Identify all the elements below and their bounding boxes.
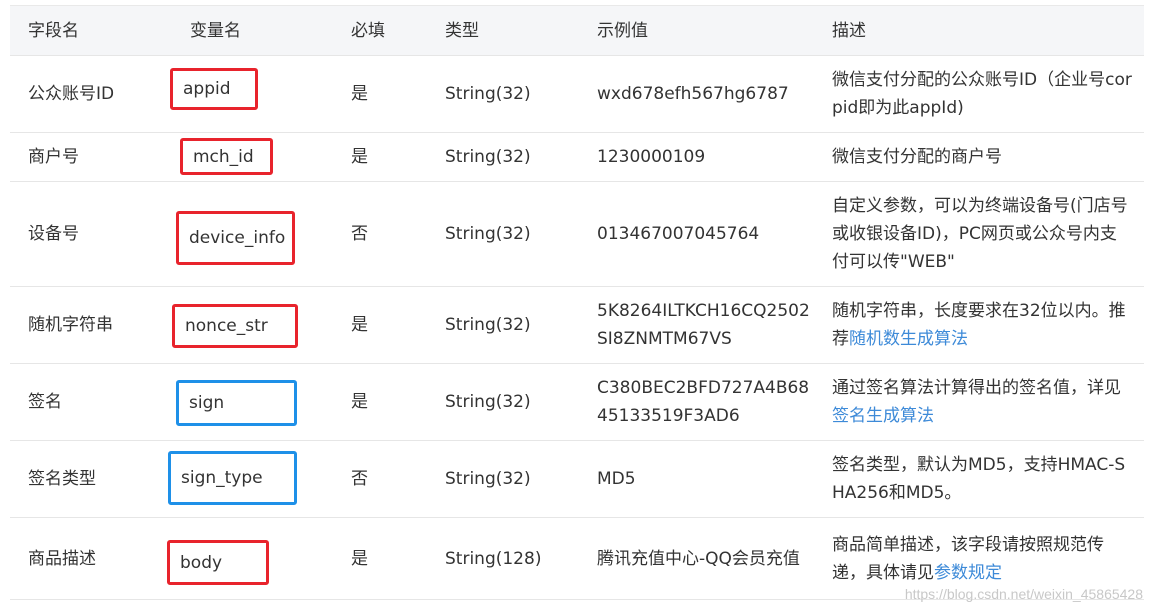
header-variable-name: 变量名 bbox=[190, 6, 340, 55]
example-value: 腾讯充值中心-QQ会员充值 bbox=[597, 518, 812, 599]
table-row: 商户号 mch_id 是 String(32) 1230000109 微信支付分… bbox=[10, 132, 1144, 181]
variable-highlight-box: mch_id bbox=[180, 138, 273, 175]
required-flag: 是 bbox=[351, 287, 411, 363]
variable-highlight-box: sign bbox=[176, 380, 297, 426]
field-type: String(32) bbox=[445, 441, 585, 517]
example-value: 1230000109 bbox=[597, 133, 812, 181]
description-text: 通过签名算法计算得出的签名值，详见 bbox=[832, 378, 1121, 398]
field-type: String(32) bbox=[445, 364, 585, 440]
field-type: String(32) bbox=[445, 133, 585, 181]
field-name: 商户号 bbox=[28, 133, 168, 181]
example-value: 013467007045764 bbox=[597, 182, 812, 286]
variable-highlight-box: nonce_str bbox=[172, 304, 298, 348]
field-description: 签名类型，默认为MD5，支持HMAC-SHA256和MD5。 bbox=[832, 441, 1132, 517]
variable-highlight-box: device_info bbox=[176, 211, 295, 265]
example-value: MD5 bbox=[597, 441, 812, 517]
variable-highlight-box: body bbox=[167, 540, 269, 585]
watermark: https://blog.csdn.net/weixin_45865428 bbox=[905, 586, 1143, 602]
field-name: 签名 bbox=[28, 364, 168, 440]
table-row: 随机字符串 nonce_str 是 String(32) 5K8264ILTKC… bbox=[10, 286, 1144, 363]
field-name: 随机字符串 bbox=[28, 287, 168, 363]
table-row: 公众账号ID appid 是 String(32) wxd678efh567hg… bbox=[10, 55, 1144, 132]
field-name: 设备号 bbox=[28, 182, 168, 286]
variable-highlight-box: appid bbox=[170, 68, 258, 110]
variable-name: sign bbox=[189, 393, 224, 413]
required-flag: 是 bbox=[351, 56, 411, 132]
field-name: 签名类型 bbox=[28, 441, 168, 517]
parameter-rules-link[interactable]: 参数规定 bbox=[934, 563, 1002, 583]
field-description: 自定义参数，可以为终端设备号(门店号或收银设备ID)，PC网页或公众号内支付可以… bbox=[832, 182, 1132, 286]
header-description: 描述 bbox=[832, 6, 1132, 55]
variable-name: nonce_str bbox=[185, 316, 268, 336]
required-flag: 是 bbox=[351, 133, 411, 181]
example-value: C380BEC2BFD727A4B6845133519F3AD6 bbox=[597, 364, 812, 440]
required-flag: 否 bbox=[351, 182, 411, 286]
table-row: 签名 sign 是 String(32) C380BEC2BFD727A4B68… bbox=[10, 363, 1144, 440]
field-type: String(32) bbox=[445, 56, 585, 132]
field-name: 公众账号ID bbox=[28, 56, 168, 132]
field-name: 商品描述 bbox=[28, 518, 168, 599]
field-type: String(32) bbox=[445, 287, 585, 363]
parameter-table: 字段名 变量名 必填 类型 示例值 描述 公众账号ID appid 是 Stri… bbox=[10, 5, 1144, 600]
header-type: 类型 bbox=[445, 6, 585, 55]
description-text: 自定义参数，可以为终端设备号(门店号或收银设备ID)，PC网页或公众号内支付可以… bbox=[832, 192, 1132, 276]
example-value: 5K8264ILTKCH16CQ2502SI8ZNMTM67VS bbox=[597, 287, 812, 363]
field-description: 微信支付分配的商户号 bbox=[832, 133, 1132, 181]
example-value: wxd678efh567hg6787 bbox=[597, 56, 812, 132]
table-row: 设备号 device_info 否 String(32) 01346700704… bbox=[10, 181, 1144, 286]
variable-name: appid bbox=[183, 79, 231, 99]
variable-name: body bbox=[180, 553, 222, 573]
header-example: 示例值 bbox=[597, 6, 812, 55]
field-description: 微信支付分配的公众账号ID（企业号corpid即为此appId) bbox=[832, 56, 1132, 132]
variable-name: sign_type bbox=[181, 468, 263, 488]
random-number-algorithm-link[interactable]: 随机数生成算法 bbox=[849, 329, 968, 349]
variable-name: device_info bbox=[189, 228, 285, 248]
header-field-name: 字段名 bbox=[28, 6, 168, 55]
field-type: String(128) bbox=[445, 518, 585, 599]
required-flag: 否 bbox=[351, 441, 411, 517]
description-text: 签名类型，默认为MD5，支持HMAC-SHA256和MD5。 bbox=[832, 451, 1132, 507]
variable-highlight-box: sign_type bbox=[168, 451, 297, 505]
table-header-row: 字段名 变量名 必填 类型 示例值 描述 bbox=[10, 5, 1144, 55]
field-description: 通过签名算法计算得出的签名值，详见签名生成算法 bbox=[832, 364, 1132, 440]
field-type: String(32) bbox=[445, 182, 585, 286]
description-text: 微信支付分配的商户号 bbox=[832, 143, 1002, 171]
table-row: 签名类型 sign_type 否 String(32) MD5 签名类型，默认为… bbox=[10, 440, 1144, 517]
variable-name: mch_id bbox=[193, 147, 254, 167]
field-description: 随机字符串，长度要求在32位以内。推荐随机数生成算法 bbox=[832, 287, 1132, 363]
required-flag: 是 bbox=[351, 518, 411, 599]
signature-algorithm-link[interactable]: 签名生成算法 bbox=[832, 406, 934, 426]
required-flag: 是 bbox=[351, 364, 411, 440]
description-text: 微信支付分配的公众账号ID（企业号corpid即为此appId) bbox=[832, 66, 1132, 122]
header-required: 必填 bbox=[351, 6, 411, 55]
